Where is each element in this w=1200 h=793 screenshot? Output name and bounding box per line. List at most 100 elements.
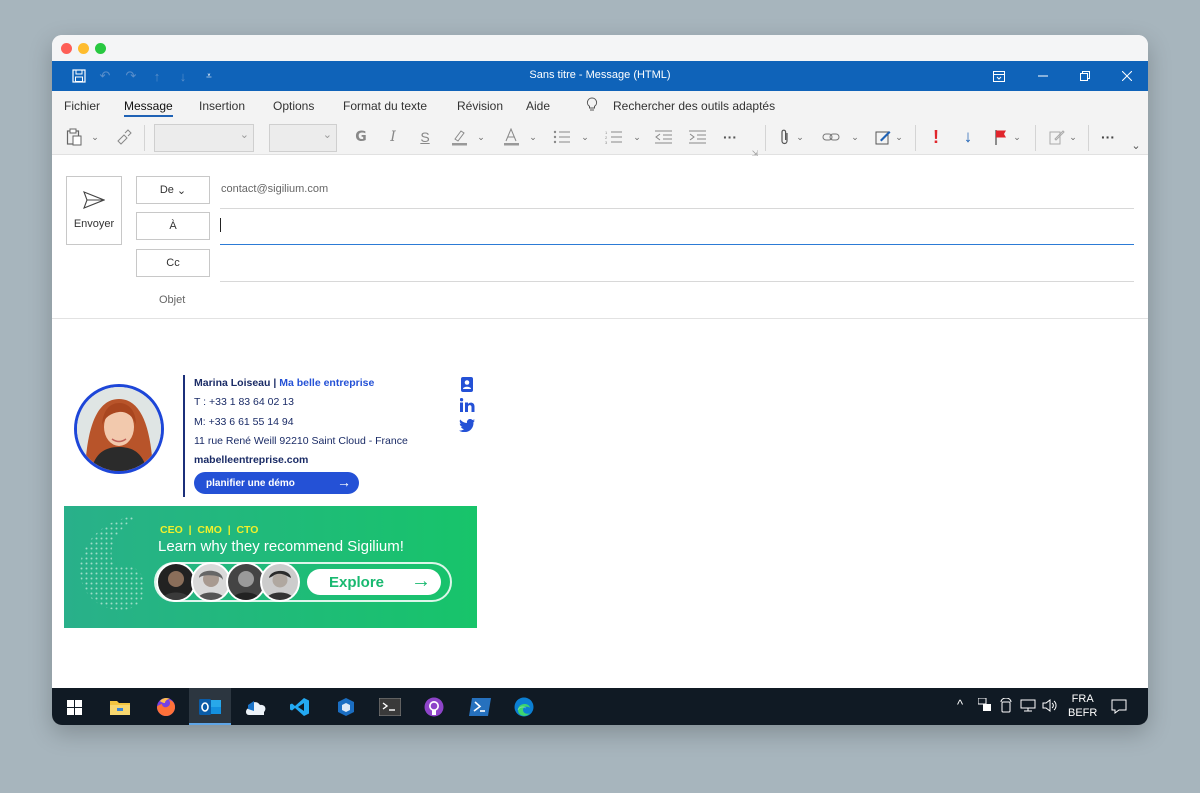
edge-icon[interactable] xyxy=(512,695,536,719)
github-icon[interactable] xyxy=(422,695,446,719)
tab-format[interactable]: Format du texte xyxy=(343,99,427,113)
bullets-chevron-icon[interactable]: ⌄ xyxy=(580,127,590,147)
tab-options[interactable]: Options xyxy=(273,99,314,113)
template-chevron-icon[interactable]: ⌄ xyxy=(1068,127,1078,147)
tray-chevron-up-icon[interactable]: ^ xyxy=(957,697,963,712)
message-body[interactable]: Marina Loiseau | Ma belle entreprise T :… xyxy=(52,320,1148,688)
high-importance-button[interactable]: ! xyxy=(928,127,944,147)
banner-roles: CEO | CMO | CTO xyxy=(160,524,259,536)
highlight-icon[interactable] xyxy=(448,127,470,147)
italic-button[interactable]: I xyxy=(384,127,402,147)
language-indicator[interactable]: FRA BEFR xyxy=(1068,692,1097,720)
bullets-icon[interactable] xyxy=(552,127,572,147)
numbering-icon[interactable]: 123 xyxy=(604,127,624,147)
signature-chevron-icon[interactable]: ⌄ xyxy=(894,127,904,147)
windows-start-icon[interactable] xyxy=(62,695,86,719)
twitter-icon[interactable] xyxy=(459,417,475,433)
outlook-window: ↶ ↷ ↑ ↓ ⩡ Sans titre - Message (HTML) Fi… xyxy=(52,35,1148,725)
cc-field[interactable] xyxy=(220,281,1134,282)
file-explorer-icon[interactable] xyxy=(108,695,132,719)
tab-insertion[interactable]: Insertion xyxy=(199,99,245,113)
arrow-right-icon: → xyxy=(337,474,351,490)
attach-chevron-icon[interactable]: ⌄ xyxy=(795,127,805,147)
signature-address: 11 rue René Weill 92210 Saint Cloud - Fr… xyxy=(194,435,408,447)
decrease-indent-icon[interactable] xyxy=(654,127,674,147)
person-avatar-1 xyxy=(156,562,196,602)
format-painter-icon[interactable] xyxy=(114,127,134,147)
terminal-icon[interactable] xyxy=(378,695,402,719)
ribbon-toolbar: ⌄ G I S ⌄ ⌄ ⌄ 123 ⌄ ··· ⇲ xyxy=(52,119,1148,158)
from-label: De xyxy=(159,184,174,196)
font-color-icon[interactable] xyxy=(500,127,522,147)
to-button[interactable]: À xyxy=(136,212,210,240)
tray-ethernet-icon[interactable] xyxy=(1020,699,1036,715)
template-icon[interactable] xyxy=(1048,127,1066,147)
promo-banner[interactable]: CEO | CMO | CTO Learn why they recommend… xyxy=(64,506,477,628)
tray-volume-icon[interactable] xyxy=(1042,699,1058,715)
ribbon-display-icon[interactable] xyxy=(990,67,1008,85)
minimize-icon[interactable] xyxy=(1034,67,1052,85)
signature-mobile: M: +33 6 61 55 14 94 xyxy=(194,416,294,428)
close-dot[interactable] xyxy=(61,43,72,54)
tray-network-icon[interactable] xyxy=(977,697,992,715)
from-chevron-icon: ⌄ xyxy=(176,184,187,197)
font-family-select[interactable] xyxy=(154,124,254,152)
outlook-icon[interactable] xyxy=(198,695,222,719)
paste-icon[interactable] xyxy=(64,127,84,147)
powershell-icon[interactable] xyxy=(468,695,492,719)
restore-icon[interactable] xyxy=(1076,67,1094,85)
tab-message[interactable]: Message xyxy=(124,99,173,113)
linkedin-icon[interactable] xyxy=(459,397,475,413)
tray-device-icon[interactable] xyxy=(1000,697,1012,716)
bold-button[interactable]: G xyxy=(352,127,370,147)
from-button[interactable]: De ⌄ xyxy=(136,176,210,204)
to-field[interactable] xyxy=(220,244,1134,245)
zoom-dot[interactable] xyxy=(95,43,106,54)
subject-label: Objet xyxy=(159,294,186,306)
cc-button[interactable]: Cc xyxy=(136,249,210,277)
increase-indent-icon[interactable] xyxy=(688,127,708,147)
svg-text:3: 3 xyxy=(605,140,608,144)
tab-fichier[interactable]: Fichier xyxy=(64,99,100,113)
link-icon[interactable] xyxy=(820,127,842,147)
lang-secondary: BEFR xyxy=(1068,707,1098,719)
app-titlebar: ↶ ↷ ↑ ↓ ⩡ Sans titre - Message (HTML) xyxy=(52,61,1148,91)
flag-icon[interactable] xyxy=(992,127,1010,147)
more-options-button[interactable]: ··· xyxy=(1098,127,1118,147)
app-cloud-icon[interactable] xyxy=(244,695,268,719)
send-label: Envoyer xyxy=(73,218,115,230)
numbering-chevron-icon[interactable]: ⌄ xyxy=(632,127,642,147)
signature-cta-button[interactable]: planifier une démo → xyxy=(194,472,359,494)
vscode-icon[interactable] xyxy=(288,695,312,719)
search-tools[interactable]: Rechercher des outils adaptés xyxy=(613,99,775,113)
notification-icon[interactable] xyxy=(1111,699,1127,717)
signature-website[interactable]: mabelleentreprise.com xyxy=(194,454,308,466)
explore-button[interactable]: Explore → xyxy=(307,569,441,595)
link-chevron-icon[interactable]: ⌄ xyxy=(850,127,860,147)
signature-icon[interactable] xyxy=(874,127,892,147)
paste-chevron-icon[interactable]: ⌄ xyxy=(90,127,100,147)
attach-icon[interactable] xyxy=(778,127,792,147)
font-color-chevron-icon[interactable]: ⌄ xyxy=(528,127,538,147)
firefox-icon[interactable] xyxy=(154,695,178,719)
arrow-right-icon: → xyxy=(411,570,431,592)
active-indicator xyxy=(189,723,231,725)
tab-aide[interactable]: Aide xyxy=(526,99,550,113)
signature-phone: T : +33 1 83 64 02 13 xyxy=(194,396,294,408)
from-address: contact@sigilium.com xyxy=(221,183,329,195)
lightbulb-icon xyxy=(586,97,598,115)
underline-button[interactable]: S xyxy=(416,127,434,147)
signature-name-line: Marina Loiseau | Ma belle entreprise xyxy=(194,377,374,389)
tab-revision[interactable]: Révision xyxy=(457,99,503,113)
font-size-select[interactable] xyxy=(269,124,337,152)
low-importance-icon[interactable]: ↓ xyxy=(960,127,976,147)
contact-card-icon[interactable] xyxy=(459,376,475,392)
close-icon[interactable] xyxy=(1118,67,1136,85)
highlight-chevron-icon[interactable]: ⌄ xyxy=(476,127,486,147)
expand-ribbon-icon[interactable]: ⌄ xyxy=(1130,135,1142,155)
dev-tool-icon[interactable] xyxy=(334,695,358,719)
more-format-button[interactable]: ··· xyxy=(720,127,740,147)
send-button[interactable]: Envoyer xyxy=(66,176,122,245)
minimize-dot[interactable] xyxy=(78,43,89,54)
flag-chevron-icon[interactable]: ⌄ xyxy=(1012,127,1022,147)
